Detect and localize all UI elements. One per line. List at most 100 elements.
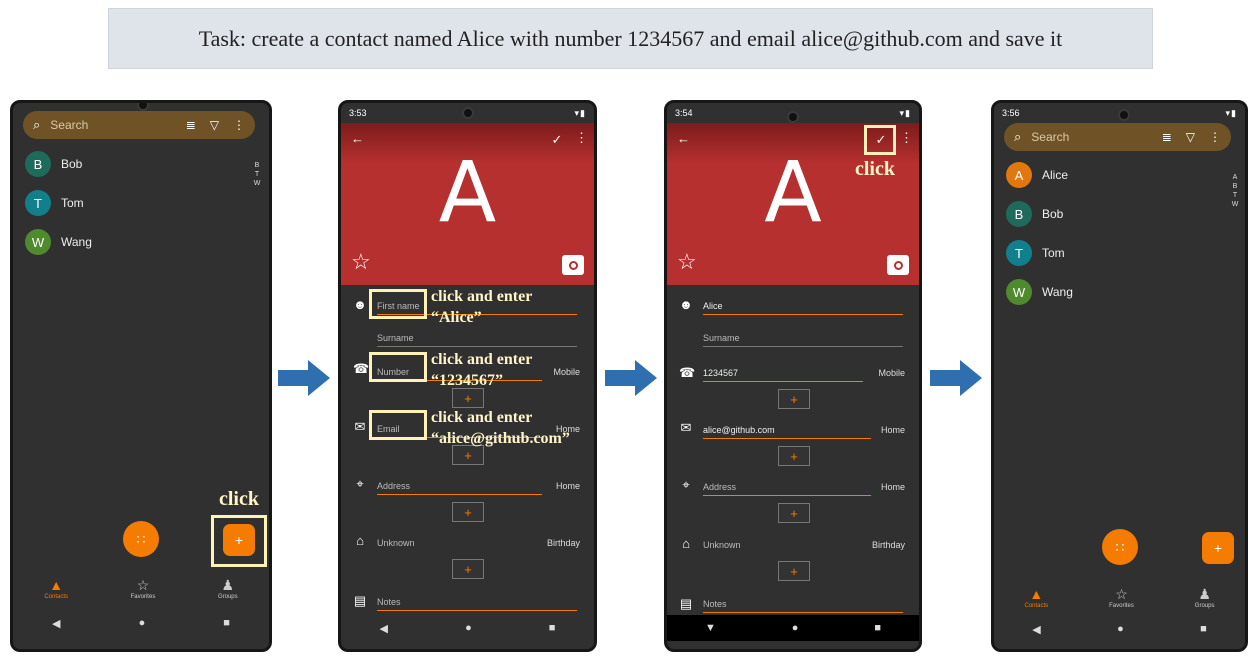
dialpad-button[interactable]: ∷ <box>1102 529 1138 565</box>
camera-icon[interactable] <box>887 255 909 275</box>
first-name-field[interactable]: Alice <box>703 301 903 315</box>
email-field[interactable]: alice@github.com <box>703 425 871 439</box>
tab-label: Groups <box>217 594 238 600</box>
status-icons: ▾▮ <box>1225 107 1237 118</box>
search-bar[interactable]: ⌕ Search ≣ ▽ ⋮ <box>23 111 255 139</box>
star-outline-icon[interactable]: ☆ <box>677 249 697 275</box>
person-icon: ☻ <box>353 297 367 312</box>
back-nav-icon[interactable]: ◀ <box>52 617 60 630</box>
dialpad-button[interactable]: ∷ <box>123 521 159 557</box>
index-letter[interactable]: T <box>1231 191 1239 200</box>
tab-contacts[interactable]: ▲ Contacts <box>1024 587 1048 609</box>
star-outline-icon[interactable]: ☆ <box>351 249 371 275</box>
avatar: W <box>25 229 51 255</box>
back-nav-icon[interactable]: ▼ <box>705 622 716 634</box>
recents-nav-icon[interactable]: ■ <box>874 622 881 634</box>
index-letter[interactable]: W <box>1231 200 1239 209</box>
hint-first-name-line2: “Alice” <box>431 309 482 326</box>
filter-icon[interactable]: ▽ <box>1186 130 1195 144</box>
notes-field[interactable]: Notes <box>703 599 903 613</box>
more-vert-icon[interactable]: ⋮ <box>233 118 245 132</box>
address-placeholder: Address <box>377 481 411 491</box>
notes-field[interactable]: Notes <box>377 597 577 611</box>
contact-name: Tom <box>61 196 84 210</box>
index-letter[interactable]: T <box>253 170 261 179</box>
search-bar[interactable]: ⌕ Search ≣ ▽ ⋮ <box>1004 123 1231 151</box>
add-address-button[interactable]: + <box>778 503 810 523</box>
search-input[interactable]: Search <box>1031 130 1069 144</box>
index-letter[interactable]: B <box>1231 182 1239 191</box>
surname-field[interactable]: Surname <box>377 333 577 347</box>
phone-icon: ☎ <box>353 361 370 376</box>
number-type[interactable]: Mobile <box>878 368 905 378</box>
email-type[interactable]: Home <box>881 425 905 435</box>
contact-row-alice[interactable]: A Alice <box>1006 162 1068 188</box>
number-type[interactable]: Mobile <box>553 367 580 377</box>
sort-icon[interactable]: ≣ <box>1162 130 1172 144</box>
back-nav-icon[interactable]: ◀ <box>1032 623 1040 636</box>
contact-row-tom[interactable]: T Tom <box>25 190 84 216</box>
notes-placeholder: Notes <box>703 599 727 609</box>
home-nav-icon[interactable]: ● <box>465 622 472 634</box>
add-number-button[interactable]: + <box>778 389 810 409</box>
contact-name: Bob <box>1042 207 1064 221</box>
add-address-button[interactable]: + <box>452 502 484 522</box>
tab-groups[interactable]: ♟ Groups <box>1195 587 1215 609</box>
home-nav-icon[interactable]: ● <box>139 617 146 629</box>
hint-click-add: click <box>219 488 259 510</box>
address-type[interactable]: Home <box>881 482 905 492</box>
more-vert-icon[interactable]: ⋮ <box>1209 130 1221 144</box>
contact-row-bob[interactable]: B Bob <box>1006 201 1063 227</box>
recents-nav-icon[interactable]: ■ <box>549 622 556 634</box>
email-icon: ✉ <box>354 419 366 434</box>
contact-row-bob[interactable]: B Bob <box>25 151 82 177</box>
filter-icon[interactable]: ▽ <box>210 118 219 132</box>
tab-favorites[interactable]: ☆ Favorites <box>1109 587 1134 609</box>
contact-name: Alice <box>1042 168 1069 182</box>
groups-icon: ♟ <box>1198 586 1211 602</box>
sort-icon[interactable]: ≣ <box>186 118 196 132</box>
avatar: W <box>1006 279 1032 305</box>
hint-first-name-line1: click and enter <box>431 288 533 305</box>
phone-screen-contacts-saved: 3:56 ▾▮ ⌕ Search ≣ ▽ ⋮ A Alice B Bob T T… <box>991 100 1248 652</box>
bottom-navigation: ▲ Contacts ☆ Favorites ♟ Groups <box>13 571 269 607</box>
index-letter[interactable]: B <box>253 161 261 170</box>
address-field[interactable]: Address <box>377 481 542 495</box>
search-input[interactable]: Search <box>50 118 88 132</box>
flow-arrow <box>605 360 657 396</box>
tab-contacts[interactable]: ▲ Contacts <box>44 578 68 600</box>
alphabet-index[interactable]: B T W <box>253 161 261 188</box>
birthday-field[interactable]: Unknown <box>703 540 741 553</box>
tab-favorites[interactable]: ☆ Favorites <box>131 578 156 600</box>
add-event-button[interactable]: + <box>778 561 810 581</box>
back-nav-icon[interactable]: ◀ <box>380 622 388 635</box>
star-outline-icon: ☆ <box>1115 586 1128 602</box>
home-nav-icon[interactable]: ● <box>792 622 799 634</box>
address-field[interactable]: Address <box>703 482 871 496</box>
alphabet-index[interactable]: A B T W <box>1231 173 1239 209</box>
add-contact-button[interactable]: + <box>1202 532 1234 564</box>
number-field[interactable]: 1234567 <box>703 368 863 382</box>
contact-row-tom[interactable]: T Tom <box>1006 240 1065 266</box>
index-letter[interactable]: A <box>1231 173 1239 182</box>
add-email-button[interactable]: + <box>778 446 810 466</box>
tab-groups[interactable]: ♟ Groups <box>218 578 238 600</box>
tab-label: Contacts <box>1024 603 1049 609</box>
birthday-field[interactable]: Unknown <box>377 538 415 551</box>
camera-icon[interactable] <box>562 255 584 275</box>
recents-nav-icon[interactable]: ■ <box>1200 623 1207 635</box>
contact-row-wang[interactable]: W Wang <box>25 229 92 255</box>
recents-nav-icon[interactable]: ■ <box>223 617 230 629</box>
index-letter[interactable]: W <box>253 179 261 188</box>
surname-field[interactable]: Surname <box>703 333 903 347</box>
address-type[interactable]: Home <box>556 481 580 491</box>
email-value: alice@github.com <box>703 425 775 435</box>
home-nav-icon[interactable]: ● <box>1117 623 1124 635</box>
add-number-button[interactable]: + <box>452 388 484 408</box>
highlight-first-name <box>369 289 427 319</box>
contact-row-wang[interactable]: W Wang <box>1006 279 1073 305</box>
address-placeholder: Address <box>703 482 737 492</box>
system-navigation: ◀ ● ■ <box>341 615 594 641</box>
highlight-email <box>369 410 427 440</box>
add-event-button[interactable]: + <box>452 559 484 579</box>
